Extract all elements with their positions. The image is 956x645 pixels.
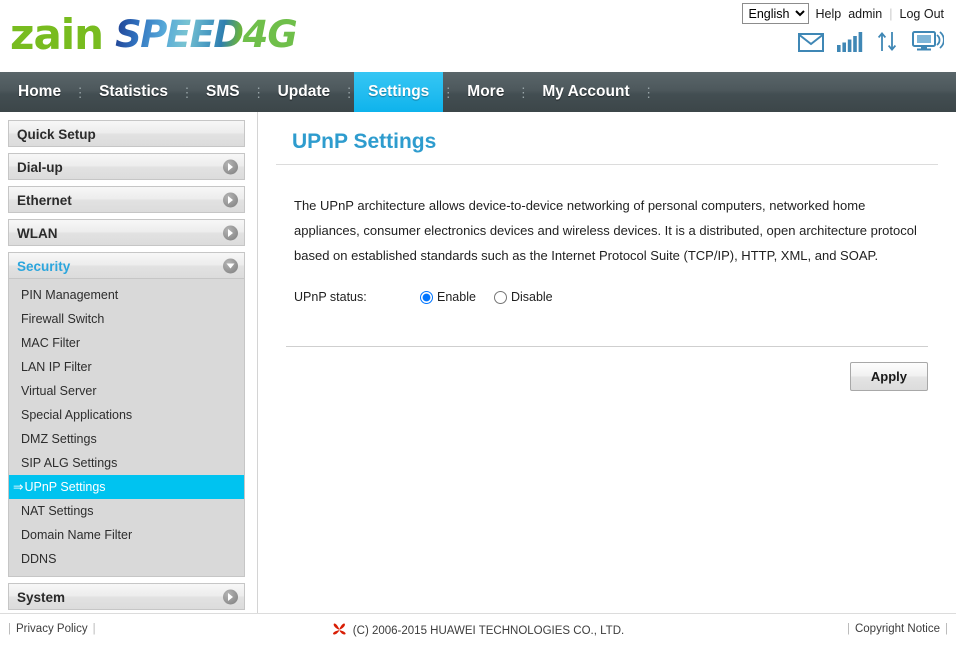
header-utility-links: English Help admin | Log Out: [741, 3, 944, 24]
nav-divider: ⋮: [516, 84, 530, 100]
sidebar-group-system: System: [8, 583, 245, 610]
footer-divider: |: [846, 623, 850, 635]
page-footer: | Privacy Policy | (C) 2006-2015 HUAWEI …: [0, 613, 956, 645]
upnp-status-row: UPnP status: Enable Disable: [294, 290, 938, 304]
sidebar-item-ethernet[interactable]: Ethernet: [8, 186, 245, 213]
page-title: UPnP Settings: [292, 130, 437, 153]
sidebar-item-virtual-server[interactable]: Virtual Server: [9, 379, 244, 403]
content-panel: UPnP Settings The UPnP architecture allo…: [258, 112, 956, 613]
sidebar-submenu-security: PIN Management Firewall Switch MAC Filte…: [8, 279, 245, 577]
footer-divider: |: [945, 623, 948, 635]
radio-option-enable[interactable]: Enable: [420, 290, 476, 304]
sidebar-group-dial-up: Dial-up: [8, 153, 245, 180]
status-icon-bar: [798, 30, 944, 52]
header-link-divider: |: [889, 6, 893, 21]
sidebar-item-lan-ip-filter[interactable]: LAN IP Filter: [9, 355, 244, 379]
logo-speed-text: SPEED: [115, 12, 244, 56]
sidebar-item-quick-setup[interactable]: Quick Setup: [8, 120, 245, 147]
sidebar-item-domain-name-filter[interactable]: Domain Name Filter: [9, 523, 244, 547]
form-divider: [286, 346, 928, 347]
sidebar-group-label: Ethernet: [17, 193, 72, 208]
sidebar-item-mac-filter[interactable]: MAC Filter: [9, 331, 244, 355]
help-link[interactable]: Help: [816, 7, 842, 21]
radio-label-disable: Disable: [510, 290, 553, 304]
sidebar-group-wlan: WLAN: [8, 219, 245, 246]
sidebar-group-label: Quick Setup: [17, 127, 96, 142]
nav-item-home[interactable]: Home: [4, 72, 75, 112]
sidebar-group-label: Dial-up: [17, 160, 63, 175]
upnp-disable-radio[interactable]: [493, 290, 507, 304]
sidebar-group-label: System: [17, 590, 66, 605]
nav-item-statistics[interactable]: Statistics: [85, 72, 182, 112]
copyright-text: (C) 2006-2015 HUAWEI TECHNOLOGIES CO., L…: [352, 625, 625, 637]
apply-button[interactable]: Apply: [849, 362, 928, 391]
mail-icon[interactable]: [798, 33, 824, 52]
radio-label-enable: Enable: [437, 290, 476, 304]
sidebar-item-special-applications[interactable]: Special Applications: [9, 403, 244, 427]
main-navigation: Home ⋮ Statistics ⋮ SMS ⋮ Update ⋮ Setti…: [0, 72, 956, 112]
sidebar-group-label: WLAN: [17, 226, 58, 241]
chevron-right-icon: [223, 192, 238, 207]
sidebar-group-security: Security PIN Management Firewall Switch …: [8, 252, 245, 577]
upnp-description: The UPnP architecture allows device-to-d…: [294, 198, 917, 263]
title-divider: [276, 164, 938, 165]
nav-item-settings[interactable]: Settings: [354, 72, 444, 112]
sidebar-menu: Quick Setup Dial-up Ethernet WLAN Securi…: [0, 112, 258, 613]
nav-divider: ⋮: [252, 84, 266, 100]
logout-link[interactable]: Log Out: [900, 7, 944, 21]
data-transfer-icon[interactable]: [877, 31, 899, 52]
router-admin-page: zain SPEED 4G English Help admin | Log O…: [0, 0, 956, 645]
chevron-down-icon: [223, 258, 238, 273]
form-actions: Apply: [276, 362, 938, 391]
sidebar-item-pin-management[interactable]: PIN Management: [9, 283, 244, 307]
privacy-policy-link[interactable]: Privacy Policy: [16, 623, 88, 635]
sidebar-item-dial-up[interactable]: Dial-up: [8, 153, 245, 180]
nav-item-more[interactable]: More: [453, 72, 518, 112]
page-header: zain SPEED 4G English Help admin | Log O…: [0, 0, 956, 72]
logo-4g-text: 4G: [242, 12, 298, 56]
nav-divider: ⋮: [73, 84, 87, 100]
sidebar-item-wlan[interactable]: WLAN: [8, 219, 245, 246]
sidebar-item-nat-settings[interactable]: NAT Settings: [9, 499, 244, 523]
sidebar-item-firewall-switch[interactable]: Firewall Switch: [9, 307, 244, 331]
footer-divider: |: [8, 623, 11, 635]
sidebar-item-dmz-settings[interactable]: DMZ Settings: [9, 427, 244, 451]
wifi-monitor-icon[interactable]: [912, 30, 944, 52]
account-name-link[interactable]: admin: [848, 7, 882, 21]
upnp-status-label: UPnP status:: [294, 290, 367, 304]
footer-divider: |: [92, 623, 96, 635]
sidebar-group-label: Security: [17, 259, 71, 274]
brand-logo: zain SPEED 4G: [10, 8, 298, 60]
nav-divider: ⋮: [342, 84, 356, 100]
sidebar-group-ethernet: Ethernet: [8, 186, 245, 213]
nav-divider: ⋮: [441, 84, 455, 100]
page-body: Quick Setup Dial-up Ethernet WLAN Securi…: [0, 112, 956, 613]
nav-item-my-account[interactable]: My Account: [528, 72, 643, 112]
signal-icon[interactable]: [837, 32, 864, 52]
sidebar-group-quick-setup: Quick Setup: [8, 120, 245, 147]
sidebar-item-security[interactable]: Security: [8, 252, 245, 279]
sidebar-item-label: UPnP Settings: [24, 480, 106, 494]
sidebar-item-sip-alg-settings[interactable]: SIP ALG Settings: [9, 451, 244, 475]
chevron-right-icon: [223, 589, 238, 604]
radio-option-disable[interactable]: Disable: [493, 290, 553, 304]
nav-divider: ⋮: [180, 84, 194, 100]
language-select[interactable]: English: [741, 3, 809, 24]
copyright-notice-link[interactable]: Copyright Notice: [855, 623, 940, 635]
chevron-right-icon: [223, 159, 238, 174]
nav-item-update[interactable]: Update: [264, 72, 345, 112]
footer-right-links: | Copyright Notice |: [847, 623, 948, 635]
sidebar-item-upnp-settings[interactable]: ⇒UPnP Settings: [9, 475, 244, 499]
huawei-logo-icon: [332, 623, 347, 639]
logo-zain-text: zain: [10, 9, 104, 59]
chevron-right-icon: [223, 225, 238, 240]
footer-left-links: | Privacy Policy |: [8, 623, 96, 635]
upnp-enable-radio[interactable]: [420, 290, 433, 304]
sidebar-item-system[interactable]: System: [8, 583, 245, 610]
footer-copyright: (C) 2006-2015 HUAWEI TECHNOLOGIES CO., L…: [332, 623, 624, 639]
nav-item-sms[interactable]: SMS: [192, 72, 254, 112]
selected-arrow-icon: ⇒: [13, 480, 24, 494]
nav-divider: ⋮: [642, 84, 656, 100]
sidebar-item-ddns[interactable]: DDNS: [9, 547, 244, 571]
